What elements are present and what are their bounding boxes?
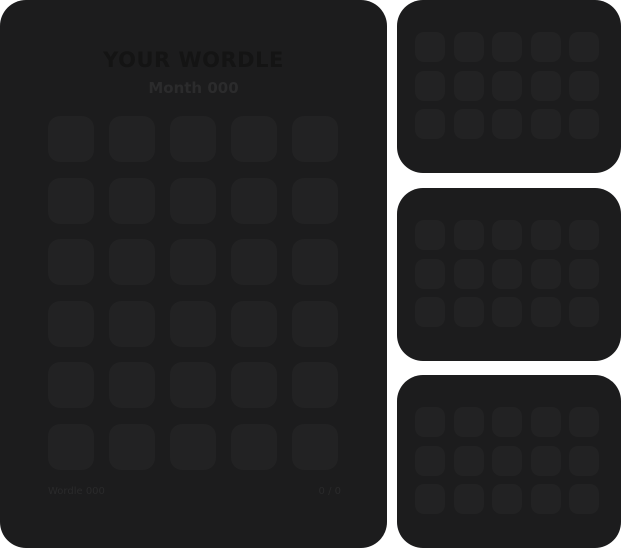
preview-tile [415, 109, 445, 139]
preview-card-3[interactable] [397, 375, 621, 548]
letter-tile [109, 423, 155, 470]
preview-grid [415, 220, 599, 327]
preview-tile [530, 32, 561, 62]
page-title: YOUR WORDLE [103, 48, 284, 72]
letter-tile [48, 239, 94, 285]
letter-tile [109, 362, 155, 408]
preview-tile [569, 258, 599, 289]
letter-tile [170, 116, 216, 162]
letter-tile [48, 423, 94, 470]
preview-card-1[interactable] [397, 0, 621, 173]
preview-grid [415, 32, 599, 139]
preview-tile [415, 258, 445, 289]
preview-tile [492, 407, 522, 437]
letter-tile [170, 423, 216, 470]
preview-tile [453, 220, 484, 250]
preview-tile [530, 70, 561, 101]
letter-tile [48, 362, 94, 408]
preview-tile [492, 484, 522, 514]
preview-tile [415, 297, 445, 327]
preview-tile [492, 32, 522, 62]
preview-tile [415, 484, 445, 514]
letter-tile [109, 116, 155, 162]
month-subtitle: Month 000 [148, 79, 239, 97]
preview-tile [415, 70, 445, 101]
letter-tile [292, 177, 338, 224]
preview-tile [453, 484, 484, 514]
letter-tile [109, 300, 155, 347]
letter-tile [170, 300, 216, 347]
preview-tile [492, 70, 522, 101]
letter-tile [292, 362, 338, 408]
preview-tile [453, 407, 484, 437]
preview-tile [453, 70, 484, 101]
preview-tile [569, 70, 599, 101]
letter-tile [231, 300, 277, 347]
letter-tile [48, 177, 94, 224]
letter-tile [231, 362, 277, 408]
letter-tile [170, 177, 216, 224]
preview-tile [530, 445, 561, 476]
preview-tile [530, 407, 561, 437]
letter-tile [109, 239, 155, 285]
preview-tile [530, 484, 561, 514]
letter-tile [231, 423, 277, 470]
score-label: 0 / 0 [318, 486, 341, 497]
letter-tile [231, 239, 277, 285]
preview-tile [415, 445, 445, 476]
letter-tile [292, 239, 338, 285]
letter-tile [292, 423, 338, 470]
preview-tile [453, 32, 484, 62]
preview-tile [492, 258, 522, 289]
preview-tile [492, 297, 522, 327]
preview-tile [530, 258, 561, 289]
preview-card-2[interactable] [397, 188, 621, 361]
preview-tile [569, 484, 599, 514]
letter-tile [170, 239, 216, 285]
preview-tile [492, 445, 522, 476]
preview-grid [415, 407, 599, 514]
preview-tile [453, 445, 484, 476]
letter-tile [48, 300, 94, 347]
preview-tile [453, 297, 484, 327]
preview-tile [569, 220, 599, 250]
preview-tile [415, 220, 445, 250]
preview-tile [569, 109, 599, 139]
preview-tile [492, 109, 522, 139]
preview-tile [492, 220, 522, 250]
wordle-grid [48, 116, 341, 470]
letter-tile [48, 116, 94, 162]
preview-tile [453, 258, 484, 289]
preview-tile [415, 32, 445, 62]
preview-tile [530, 109, 561, 139]
preview-tile [453, 109, 484, 139]
preview-tile [530, 220, 561, 250]
preview-tile [569, 32, 599, 62]
letter-tile [292, 300, 338, 347]
main-wordle-card: YOUR WORDLE Month 000 Wordle 000 0 / 0 [0, 0, 387, 548]
preview-tile [415, 407, 445, 437]
wordle-number-label: Wordle 000 [48, 486, 105, 497]
letter-tile [231, 177, 277, 224]
letter-tile [292, 116, 338, 162]
preview-tile [530, 297, 561, 327]
preview-tile [569, 297, 599, 327]
letter-tile [170, 362, 216, 408]
preview-tile [569, 407, 599, 437]
letter-tile [231, 116, 277, 162]
letter-tile [109, 177, 155, 224]
preview-tile [569, 445, 599, 476]
